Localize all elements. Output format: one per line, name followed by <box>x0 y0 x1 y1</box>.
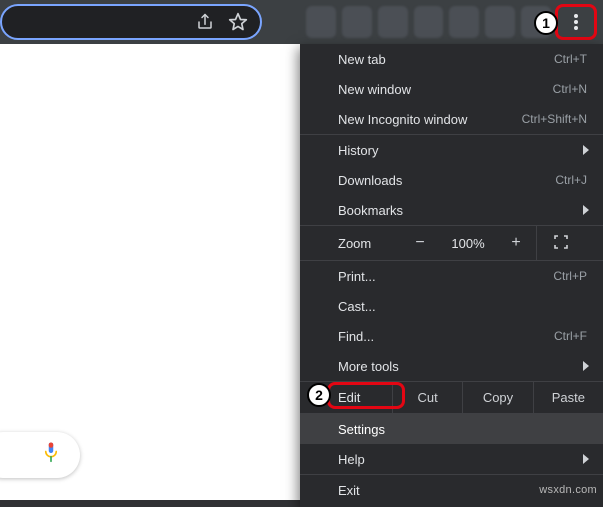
kebab-highlight <box>555 4 597 40</box>
menu-item-more-tools[interactable]: More tools <box>300 351 603 381</box>
chevron-right-icon <box>583 205 589 215</box>
menu-item-new-window[interactable]: New window Ctrl+N <box>300 74 603 104</box>
chevron-right-icon <box>583 145 589 155</box>
menu-label: Print... <box>338 269 553 284</box>
menu-item-print[interactable]: Print... Ctrl+P <box>300 261 603 291</box>
menu-group-tools: Print... Ctrl+P Cast... Find... Ctrl+F M… <box>300 261 603 381</box>
omnibox[interactable] <box>0 4 262 40</box>
menu-label: Cast... <box>338 299 587 314</box>
zoom-label: Zoom <box>300 236 400 251</box>
microphone-icon <box>42 441 60 470</box>
menu-label: Settings <box>338 422 587 437</box>
menu-shortcut: Ctrl+J <box>555 173 587 187</box>
menu-label: More tools <box>338 359 587 374</box>
menu-label: Downloads <box>338 173 555 188</box>
menu-item-new-incognito[interactable]: New Incognito window Ctrl+Shift+N <box>300 104 603 134</box>
page-body <box>0 44 300 500</box>
menu-group-settings: Settings Help <box>300 413 603 474</box>
menu-shortcut: Ctrl+P <box>553 269 587 283</box>
menu-item-settings[interactable]: Settings <box>300 414 603 444</box>
menu-label: New window <box>338 82 553 97</box>
menu-label: Bookmarks <box>338 203 587 218</box>
kebab-menu-button[interactable] <box>562 8 590 36</box>
menu-zoom-row: Zoom − 100% + <box>300 225 603 261</box>
menu-label: Find... <box>338 329 554 344</box>
chevron-right-icon <box>583 454 589 464</box>
menu-item-find[interactable]: Find... Ctrl+F <box>300 321 603 351</box>
menu-item-downloads[interactable]: Downloads Ctrl+J <box>300 165 603 195</box>
menu-label: Help <box>338 452 587 467</box>
edit-copy-button[interactable]: Copy <box>462 382 532 413</box>
zoom-out-button[interactable]: − <box>400 234 440 252</box>
extensions-blur <box>306 6 551 38</box>
callout-badge-2: 2 <box>307 383 331 407</box>
fullscreen-button[interactable] <box>536 226 584 260</box>
menu-item-bookmarks[interactable]: Bookmarks <box>300 195 603 225</box>
menu-shortcut: Ctrl+T <box>554 52 587 66</box>
browser-page-area <box>0 0 300 500</box>
menu-shortcut: Ctrl+Shift+N <box>522 112 587 126</box>
menu-label: New Incognito window <box>338 112 522 127</box>
callout-badge-1: 1 <box>534 11 558 35</box>
chrome-context-menu: New tab Ctrl+T New window Ctrl+N New Inc… <box>300 44 603 507</box>
edit-paste-button[interactable]: Paste <box>533 382 603 413</box>
menu-group-new: New tab Ctrl+T New window Ctrl+N New Inc… <box>300 44 603 134</box>
edit-cut-button[interactable]: Cut <box>392 382 462 413</box>
menu-shortcut: Ctrl+F <box>554 329 587 343</box>
zoom-value: 100% <box>440 236 496 251</box>
address-bar-strip <box>0 0 300 44</box>
star-icon[interactable] <box>228 12 248 32</box>
menu-label: New tab <box>338 52 554 67</box>
fullscreen-icon <box>554 235 568 252</box>
zoom-in-button[interactable]: + <box>496 234 536 252</box>
menu-label: History <box>338 143 587 158</box>
menu-item-cast[interactable]: Cast... <box>300 291 603 321</box>
menu-item-new-tab[interactable]: New tab Ctrl+T <box>300 44 603 74</box>
menu-edit-row: Edit Cut Copy Paste <box>300 381 603 413</box>
chevron-right-icon <box>583 361 589 371</box>
menu-item-history[interactable]: History <box>300 135 603 165</box>
voice-search-pill[interactable] <box>0 432 80 478</box>
watermark-text: wsxdn.com <box>539 484 597 496</box>
menu-item-help[interactable]: Help <box>300 444 603 474</box>
menu-shortcut: Ctrl+N <box>553 82 587 96</box>
menu-group-history: History Downloads Ctrl+J Bookmarks <box>300 134 603 225</box>
share-icon[interactable] <box>196 13 214 31</box>
